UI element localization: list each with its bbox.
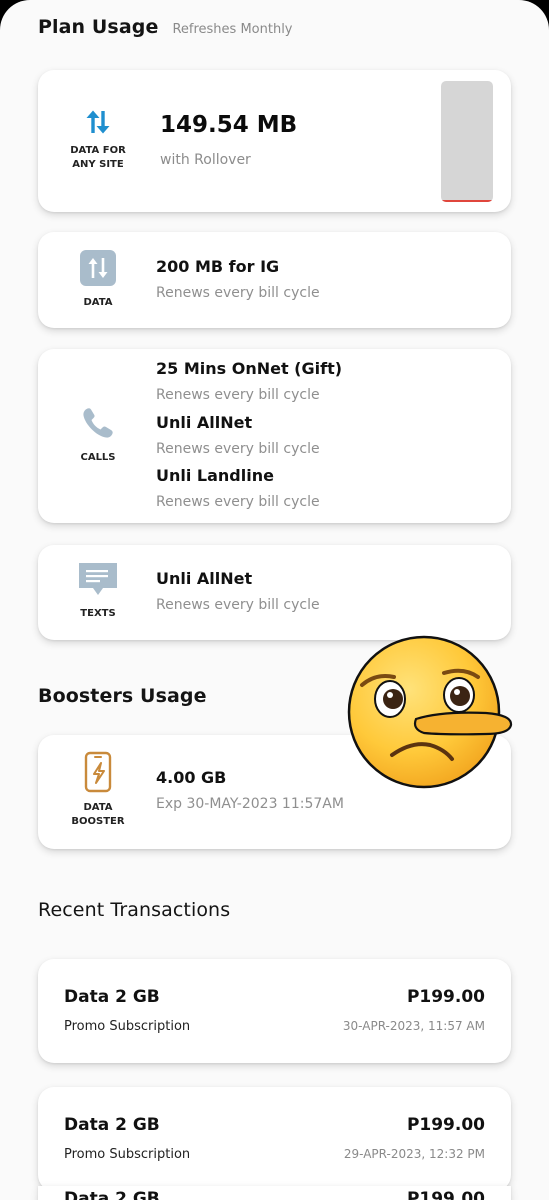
booster-amount: 4.00 GB [156, 768, 227, 787]
data-arrows-icon [80, 250, 116, 290]
phone-booster-icon [81, 751, 115, 797]
data-any-site-card[interactable]: DATA FOR ANY SITE 149.54 MB with Rollove… [38, 70, 511, 212]
boosters-header: Boosters Usage [38, 685, 207, 707]
data-booster-label: DATA BOOSTER [71, 801, 124, 829]
transaction-price: P199.00 [406, 1189, 485, 1200]
message-icon [77, 561, 119, 601]
data-booster-label-line1: DATA [83, 802, 113, 813]
transaction-type: Promo Subscription [64, 1019, 191, 1034]
data-card[interactable]: DATA 200 MB for IG Renews every bill cyc… [38, 232, 511, 328]
data-remaining-amount: 149.54 MB [160, 112, 298, 138]
transaction-type: Promo Subscription [64, 1147, 191, 1162]
data-any-site-label-line2: ANY SITE [72, 159, 124, 170]
rollover-note: with Rollover [160, 152, 251, 168]
data-usage-meter-fill [441, 199, 493, 202]
data-any-site-label: DATA FOR ANY SITE [70, 144, 126, 172]
boosters-title: Boosters Usage [38, 685, 207, 707]
data-title: 200 MB for IG [156, 257, 280, 276]
calls-label: CALLS [80, 452, 116, 463]
transaction-date: 30-APR-2023, 11:57 AM [342, 1019, 485, 1033]
transaction-row[interactable]: Data 2 GB P199.00 [38, 1186, 511, 1200]
phone-icon [80, 405, 116, 445]
lying-face-emoji-icon [346, 633, 516, 791]
transactions-title: Recent Transactions [38, 899, 231, 921]
transaction-title: Data 2 GB [64, 1189, 160, 1200]
booster-expiry: Exp 30-MAY-2023 11:57AM [156, 796, 344, 812]
texts-label: TEXTS [80, 608, 116, 619]
data-label: DATA [83, 297, 113, 308]
texts-icon-group: TEXTS [38, 561, 158, 621]
refresh-note: Refreshes Monthly [172, 22, 293, 37]
transaction-price: P199.00 [406, 1115, 485, 1135]
data-subtitle: Renews every bill cycle [156, 285, 320, 301]
data-usage-meter [441, 81, 493, 202]
data-any-site-label-line1: DATA FOR [70, 145, 126, 156]
transaction-row[interactable]: Data 2 GB Promo Subscription P199.00 30-… [38, 959, 511, 1063]
transaction-title: Data 2 GB [64, 987, 160, 1007]
transaction-row[interactable]: Data 2 GB Promo Subscription P199.00 29-… [38, 1087, 511, 1191]
data-booster-label-line2: BOOSTER [71, 816, 125, 827]
calls-item-title: 25 Mins OnNet (Gift) [156, 359, 343, 378]
plan-usage-header: Plan Usage Refreshes Monthly [38, 16, 293, 38]
calls-item-subtitle: Renews every bill cycle [156, 441, 320, 457]
transaction-date: 29-APR-2023, 12:32 PM [343, 1147, 485, 1161]
data-icon-group: DATA [38, 250, 158, 310]
transactions-header: Recent Transactions [38, 899, 230, 921]
data-transfer-arrows-icon [84, 108, 112, 140]
plan-usage-screen: Plan Usage Refreshes Monthly DATA FOR AN… [0, 0, 549, 1200]
calls-icon-group: CALLS [38, 405, 158, 465]
transaction-title: Data 2 GB [64, 1115, 160, 1135]
texts-subtitle: Renews every bill cycle [156, 597, 320, 613]
calls-item-title: Unli Landline [156, 466, 274, 485]
transaction-price: P199.00 [406, 987, 485, 1007]
calls-card[interactable]: CALLS 25 Mins OnNet (Gift) Renews every … [38, 349, 511, 523]
data-booster-icon-group: DATA BOOSTER [38, 751, 158, 829]
plan-usage-title: Plan Usage [38, 16, 159, 38]
calls-item-subtitle: Renews every bill cycle [156, 387, 320, 403]
data-any-site-icon-group: DATA FOR ANY SITE [38, 108, 158, 172]
calls-item-title: Unli AllNet [156, 413, 253, 432]
texts-title: Unli AllNet [156, 569, 253, 588]
calls-item-subtitle: Renews every bill cycle [156, 494, 320, 510]
texts-card[interactable]: TEXTS Unli AllNet Renews every bill cycl… [38, 545, 511, 640]
